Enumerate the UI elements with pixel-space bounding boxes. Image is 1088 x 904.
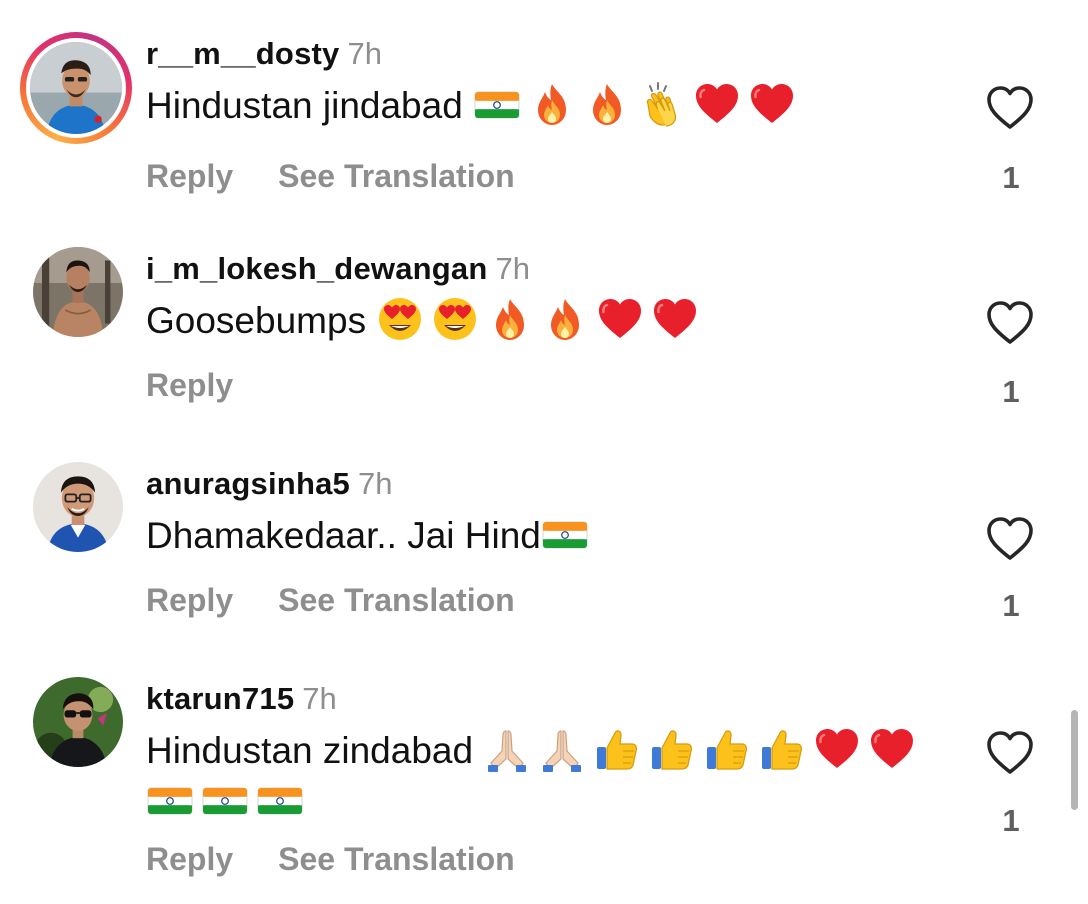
fire-icon (528, 80, 576, 128)
timestamp: 7h (495, 251, 530, 286)
flag-india-icon (473, 80, 521, 128)
heart-icon (868, 725, 916, 773)
comment-text-body: Hindustan jindabad (146, 85, 463, 126)
fire-icon (583, 80, 631, 128)
like-count: 1 (1002, 803, 1020, 838)
heart-icon (748, 80, 796, 128)
comment-actions: Reply See Translation (146, 841, 515, 878)
heart-icon[interactable] (984, 728, 1036, 778)
comment-text: Goosebumps (146, 295, 936, 346)
comment-header: i_m_lokesh_dewangan 7h (146, 251, 530, 287)
avatar[interactable] (33, 677, 123, 767)
folded-hands-icon (483, 725, 531, 773)
comment-header: ktarun715 7h (146, 681, 337, 717)
flag-india-icon (256, 776, 304, 824)
emoji-sequence (473, 82, 803, 127)
avatar-image (33, 247, 123, 337)
heart-icon (693, 80, 741, 128)
fire-icon (486, 295, 534, 343)
see-translation-button[interactable]: See Translation (278, 158, 515, 195)
comment-actions: Reply See Translation (146, 158, 515, 195)
avatar-with-story-ring[interactable] (20, 32, 132, 144)
reply-button[interactable]: Reply (146, 367, 233, 404)
heart-icon[interactable] (984, 514, 1036, 564)
scrollbar[interactable] (1071, 710, 1078, 810)
emoji-sequence (541, 515, 596, 556)
avatar[interactable] (33, 247, 123, 337)
username[interactable]: r__m__dosty (146, 36, 339, 71)
timestamp: 7h (302, 681, 337, 716)
heart-eyes-icon (431, 295, 479, 343)
comment-text: Hindustan jindabad (146, 80, 936, 131)
avatar-image (33, 677, 123, 767)
timestamp: 7h (347, 36, 382, 71)
flag-india-icon (541, 510, 589, 558)
comment-header: r__m__dosty 7h (146, 36, 382, 72)
reply-button[interactable]: Reply (146, 158, 233, 195)
flag-india-icon (201, 776, 249, 824)
comment-header: anuragsinha5 7h (146, 466, 392, 502)
comment-text: Dhamakedaar.. Jai Hind (146, 510, 936, 561)
heart-icon[interactable] (984, 83, 1036, 133)
avatar (30, 42, 122, 134)
comment-text-body: Goosebumps (146, 300, 367, 341)
heart-icon (596, 295, 644, 343)
see-translation-button[interactable]: See Translation (278, 841, 515, 878)
thumbs-up-icon (648, 725, 696, 773)
see-translation-button[interactable]: See Translation (278, 582, 515, 619)
comment-text: Hindustan zindabad (146, 725, 936, 827)
heart-icon (813, 725, 861, 773)
like-count: 1 (1002, 160, 1020, 195)
comment-actions: Reply (146, 367, 233, 404)
clap-icon (638, 80, 686, 128)
flag-india-icon (146, 776, 194, 824)
thumbs-up-icon (703, 725, 751, 773)
comment-actions: Reply See Translation (146, 582, 515, 619)
reply-button[interactable]: Reply (146, 582, 233, 619)
heart-eyes-icon (376, 295, 424, 343)
avatar-image (33, 462, 123, 552)
username[interactable]: anuragsinha5 (146, 466, 350, 501)
reply-button[interactable]: Reply (146, 841, 233, 878)
comment-text-body: Hindustan zindabad (146, 730, 474, 771)
folded-hands-icon (538, 725, 586, 773)
emoji-sequence (376, 298, 706, 341)
comment-text-body: Dhamakedaar.. Jai Hind (146, 515, 541, 556)
timestamp: 7h (357, 466, 393, 501)
heart-icon (651, 295, 699, 343)
heart-icon[interactable] (984, 298, 1036, 348)
fire-icon (541, 295, 589, 343)
username[interactable]: i_m_lokesh_dewangan (146, 251, 488, 286)
like-count: 1 (1002, 374, 1020, 409)
thumbs-up-icon (593, 725, 641, 773)
like-count: 1 (1002, 588, 1020, 623)
username[interactable]: ktarun715 (146, 681, 294, 716)
avatar[interactable] (33, 462, 123, 552)
thumbs-up-icon (758, 725, 806, 773)
